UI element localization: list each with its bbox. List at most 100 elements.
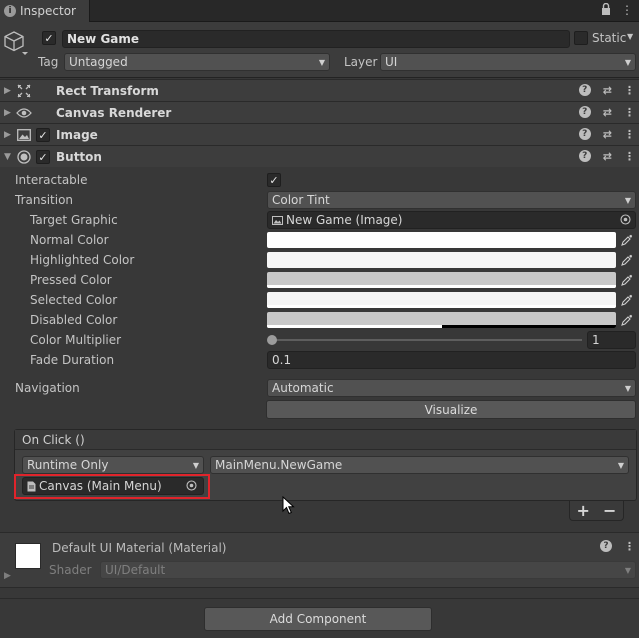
normal-color-swatch[interactable]	[267, 232, 616, 248]
pressed-color-swatch[interactable]	[267, 272, 616, 288]
material-section: Default UI Material (Material) ? ⋮ ▶ Sha…	[0, 532, 639, 588]
highlighted-color-field[interactable]	[267, 251, 636, 269]
foldout-collapsed-icon[interactable]: ▶	[4, 571, 11, 581]
component-name: Rect Transform	[56, 83, 159, 98]
selected-color-field[interactable]	[267, 291, 636, 309]
pressed-color-field[interactable]	[267, 271, 636, 289]
remove-listener-button[interactable]: −	[603, 501, 616, 520]
layer-value: UI	[385, 55, 398, 69]
presets-icon[interactable]: ⇄	[603, 150, 612, 163]
foldout-collapsed-icon[interactable]: ▶	[4, 108, 11, 118]
interactable-row: Interactable ✓	[0, 170, 639, 190]
help-icon[interactable]: ?	[578, 84, 591, 96]
transition-label: Transition	[15, 193, 74, 207]
lock-icon[interactable]	[601, 2, 611, 18]
runtime-value: Runtime Only	[27, 458, 109, 472]
image-icon	[16, 127, 32, 143]
object-picker-icon[interactable]	[620, 214, 631, 228]
add-component-button[interactable]: Add Component	[204, 607, 432, 631]
pressed-color-row: Pressed Color	[0, 270, 639, 290]
gameobject-name-field[interactable]: New Game	[62, 30, 570, 48]
shader-dropdown[interactable]: UI/Default ▼	[100, 561, 636, 579]
eyedropper-icon[interactable]	[620, 253, 634, 267]
transition-dropdown[interactable]: Color Tint ▼	[267, 191, 636, 209]
more-options-icon[interactable]: ⋮	[624, 84, 635, 97]
navigation-row: Navigation Automatic ▼	[0, 378, 639, 398]
selected-color-label: Selected Color	[30, 293, 118, 307]
component-rect-transform[interactable]: ▶ Rect Transform ? ⇄ ⋮	[0, 79, 639, 101]
disabled-color-label: Disabled Color	[30, 313, 118, 327]
more-options-icon[interactable]: ⋮	[624, 540, 635, 553]
chevron-down-icon: ▼	[624, 57, 631, 67]
visualize-button[interactable]: Visualize	[266, 400, 636, 419]
eyedropper-icon[interactable]	[620, 233, 634, 247]
disabled-color-field[interactable]	[267, 311, 636, 329]
navigation-dropdown[interactable]: Automatic ▼	[267, 379, 636, 397]
rect-transform-icon	[16, 83, 32, 99]
mouse-cursor-icon	[282, 495, 296, 516]
foldout-collapsed-icon[interactable]: ▶	[4, 86, 11, 96]
selected-color-swatch[interactable]	[267, 292, 616, 308]
runtime-dropdown[interactable]: Runtime Only ▼	[22, 456, 204, 474]
function-dropdown[interactable]: MainMenu.NewGame ▼	[210, 456, 629, 474]
function-value: MainMenu.NewGame	[215, 458, 343, 472]
component-enabled-checkbox[interactable]: ✓	[36, 128, 50, 142]
foldout-collapsed-icon[interactable]: ▶	[4, 130, 11, 140]
material-preview-swatch	[15, 543, 41, 569]
target-graphic-field[interactable]: New Game (Image)	[267, 211, 636, 229]
presets-icon[interactable]: ⇄	[603, 106, 612, 119]
material-name: Default UI Material (Material)	[52, 541, 227, 555]
presets-icon[interactable]: ⇄	[603, 128, 612, 141]
tab-inspector[interactable]: i Inspector	[0, 0, 90, 22]
target-graphic-value: New Game (Image)	[286, 213, 403, 227]
component-enabled-checkbox[interactable]: ✓	[36, 150, 50, 164]
interactable-checkbox[interactable]: ✓	[267, 173, 281, 187]
help-icon[interactable]: ?	[578, 106, 591, 118]
layer-label: Layer	[344, 55, 378, 69]
foldout-expanded-icon[interactable]: ▼	[4, 152, 11, 162]
more-options-icon[interactable]: ⋮	[624, 106, 635, 119]
eye-icon	[16, 105, 32, 121]
color-multiplier-slider-thumb[interactable]	[267, 335, 277, 345]
chevron-down-icon: ▼	[624, 195, 631, 205]
layer-dropdown[interactable]: UI ▼	[380, 53, 636, 71]
highlighted-color-label: Highlighted Color	[30, 253, 135, 267]
presets-icon[interactable]: ⇄	[603, 84, 612, 97]
tag-dropdown[interactable]: Untagged ▼	[64, 53, 330, 71]
component-button[interactable]: ▼ ✓ Button ? ⇄ ⋮	[0, 145, 639, 167]
add-listener-button[interactable]: +	[577, 501, 590, 520]
eyedropper-icon[interactable]	[620, 293, 634, 307]
color-multiplier-track[interactable]	[268, 339, 582, 341]
gameobject-active-checkbox[interactable]: ✓	[42, 31, 56, 45]
help-icon[interactable]: ?	[600, 540, 612, 552]
target-graphic-label: Target Graphic	[30, 213, 118, 227]
more-options-icon[interactable]: ⋮	[621, 3, 633, 18]
gameobject-cube-icon[interactable]	[2, 28, 30, 56]
disabled-color-swatch[interactable]	[267, 312, 616, 328]
gameobject-name-value: New Game	[67, 32, 140, 46]
tag-value: Untagged	[69, 55, 128, 69]
static-checkbox[interactable]	[574, 31, 588, 45]
help-icon[interactable]: ?	[578, 150, 591, 162]
eyedropper-icon[interactable]	[620, 313, 634, 327]
shader-value: UI/Default	[105, 563, 166, 577]
normal-color-field[interactable]	[267, 231, 636, 249]
more-options-icon[interactable]: ⋮	[624, 128, 635, 141]
highlight-annotation	[14, 474, 210, 499]
tab-bar: i Inspector ⋮	[0, 0, 639, 22]
fade-duration-value: 0.1	[272, 353, 292, 367]
static-dropdown-arrow[interactable]: ▼	[627, 32, 633, 41]
color-multiplier-label: Color Multiplier	[30, 333, 122, 347]
fade-duration-input[interactable]: 0.1	[267, 351, 636, 369]
button-icon	[16, 149, 32, 165]
highlighted-color-swatch[interactable]	[267, 252, 616, 268]
component-image[interactable]: ▶ ✓ Image ? ⇄ ⋮	[0, 123, 639, 145]
pressed-color-label: Pressed Color	[30, 273, 112, 287]
color-multiplier-input[interactable]: 1	[587, 331, 636, 349]
highlighted-color-row: Highlighted Color	[0, 250, 639, 270]
component-canvas-renderer[interactable]: ▶ Canvas Renderer ? ⇄ ⋮	[0, 101, 639, 123]
selected-color-row: Selected Color	[0, 290, 639, 310]
help-icon[interactable]: ?	[578, 128, 591, 140]
more-options-icon[interactable]: ⋮	[624, 150, 635, 163]
eyedropper-icon[interactable]	[620, 273, 634, 287]
